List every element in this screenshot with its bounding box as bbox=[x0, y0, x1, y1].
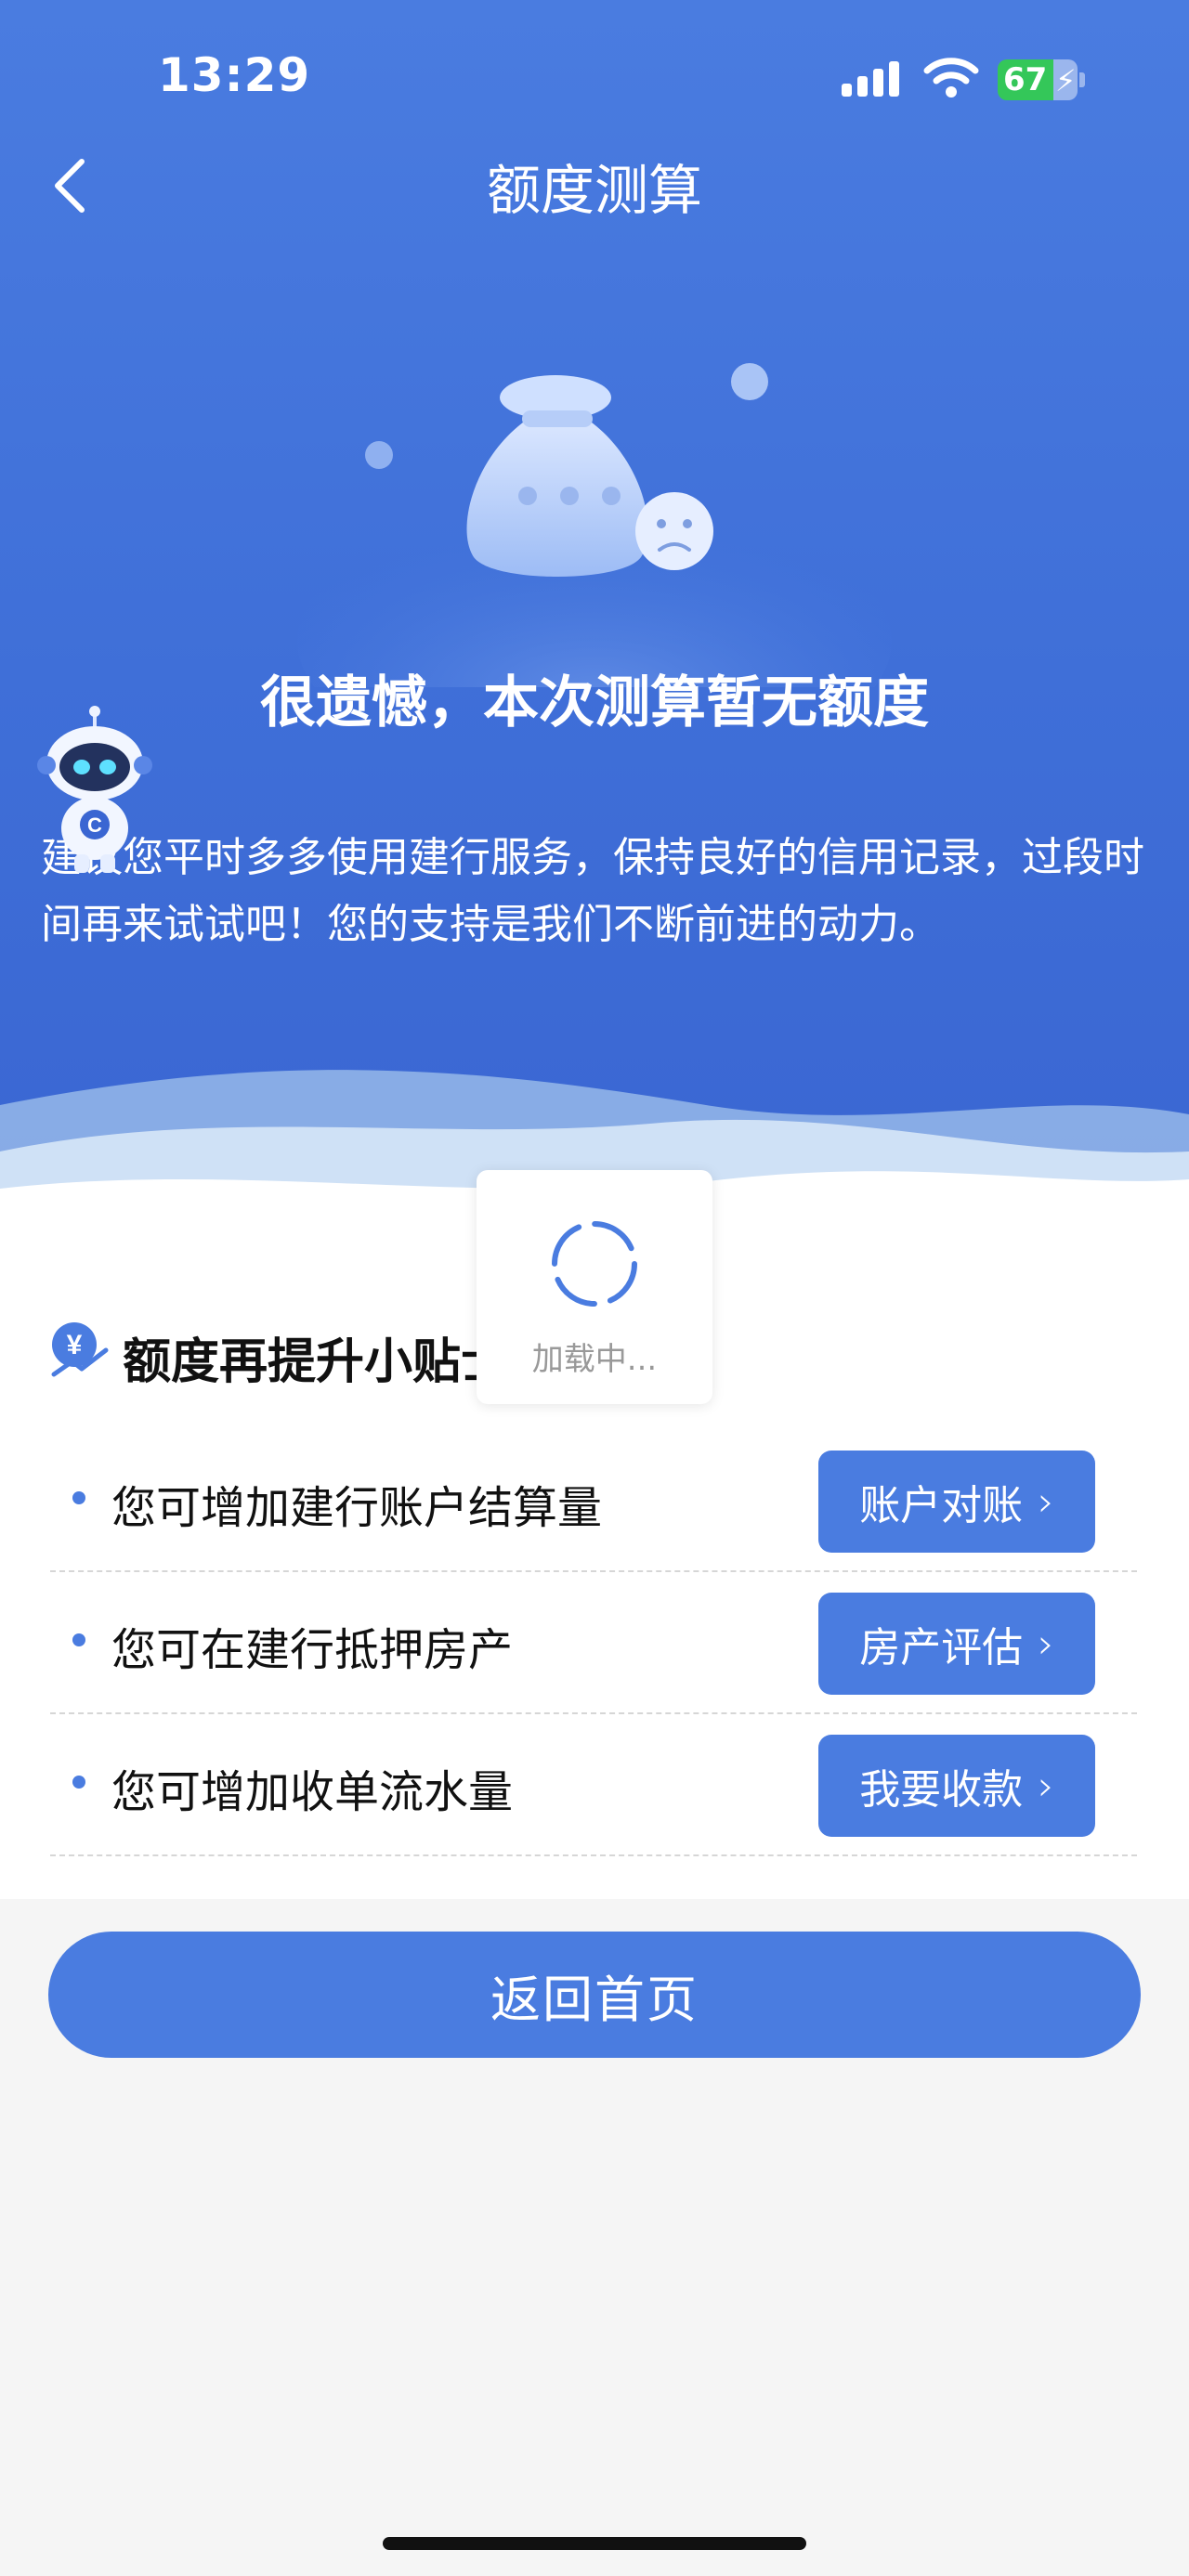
wifi-icon bbox=[923, 58, 979, 98]
loading-text: 加载中... bbox=[531, 1341, 658, 1378]
bullet-dot bbox=[72, 1776, 85, 1789]
battery-percent: 67 bbox=[1003, 61, 1048, 98]
robot-assistant-icon[interactable]: C bbox=[37, 706, 152, 873]
yuan-growth-icon: ¥ bbox=[51, 1322, 109, 1377]
tip-text: 您可增加收单流水量 bbox=[111, 1766, 514, 1818]
loading-toast: 加载中... bbox=[477, 1170, 712, 1404]
svg-text:¥: ¥ bbox=[67, 1330, 83, 1360]
bullet-dot bbox=[72, 1633, 85, 1646]
hero-section: 13:29 67 ⚡ 额度测算 很遗憾，本次测算暂无额度 建议您平时多多使用建行… bbox=[0, 0, 1189, 1226]
bullet-dot bbox=[72, 1491, 85, 1504]
battery-icon: 67 ⚡ bbox=[998, 59, 1085, 100]
result-description: 建议您平时多多使用建行服务，保持良好的信用记录，过段时间再来试试吧！您的支持是我… bbox=[41, 834, 1144, 948]
button-label: 账户对账 bbox=[859, 1482, 1024, 1529]
button-label: 房产评估 bbox=[859, 1624, 1024, 1672]
svg-text:C: C bbox=[87, 813, 102, 837]
tip-row: 您可增加收单流水量 我要收款 › bbox=[50, 1712, 1137, 1856]
result-title: 很遗憾，本次测算暂无额度 bbox=[260, 670, 929, 735]
button-label: 我要收款 bbox=[859, 1766, 1024, 1814]
chevron-right-icon: › bbox=[1038, 1762, 1054, 1810]
chevron-right-icon: › bbox=[1038, 1477, 1054, 1526]
tips-title: 额度再提升小贴士 bbox=[123, 1334, 510, 1390]
cellular-signal-icon bbox=[842, 61, 899, 97]
back-home-button[interactable]: 返回首页 bbox=[48, 1932, 1141, 2058]
loading-spinner-icon bbox=[552, 1221, 637, 1307]
account-reconcile-button[interactable]: 账户对账 › bbox=[818, 1451, 1095, 1553]
tip-row: 您可增加建行账户结算量 账户对账 › bbox=[50, 1428, 1137, 1572]
money-bag-sad-illustration bbox=[297, 363, 892, 687]
chevron-right-icon: › bbox=[1038, 1620, 1054, 1668]
tip-text: 您可增加建行账户结算量 bbox=[111, 1482, 603, 1534]
tip-text: 您可在建行抵押房产 bbox=[111, 1624, 514, 1676]
page-title: 额度测算 bbox=[486, 159, 702, 222]
receive-payment-button[interactable]: 我要收款 › bbox=[818, 1735, 1095, 1837]
tip-row: 您可在建行抵押房产 房产评估 › bbox=[50, 1570, 1137, 1714]
property-valuation-button[interactable]: 房产评估 › bbox=[818, 1593, 1095, 1695]
status-time: 13:29 bbox=[158, 48, 311, 102]
status-bar: 13:29 67 ⚡ bbox=[0, 0, 1189, 130]
home-indicator bbox=[383, 2537, 806, 2550]
